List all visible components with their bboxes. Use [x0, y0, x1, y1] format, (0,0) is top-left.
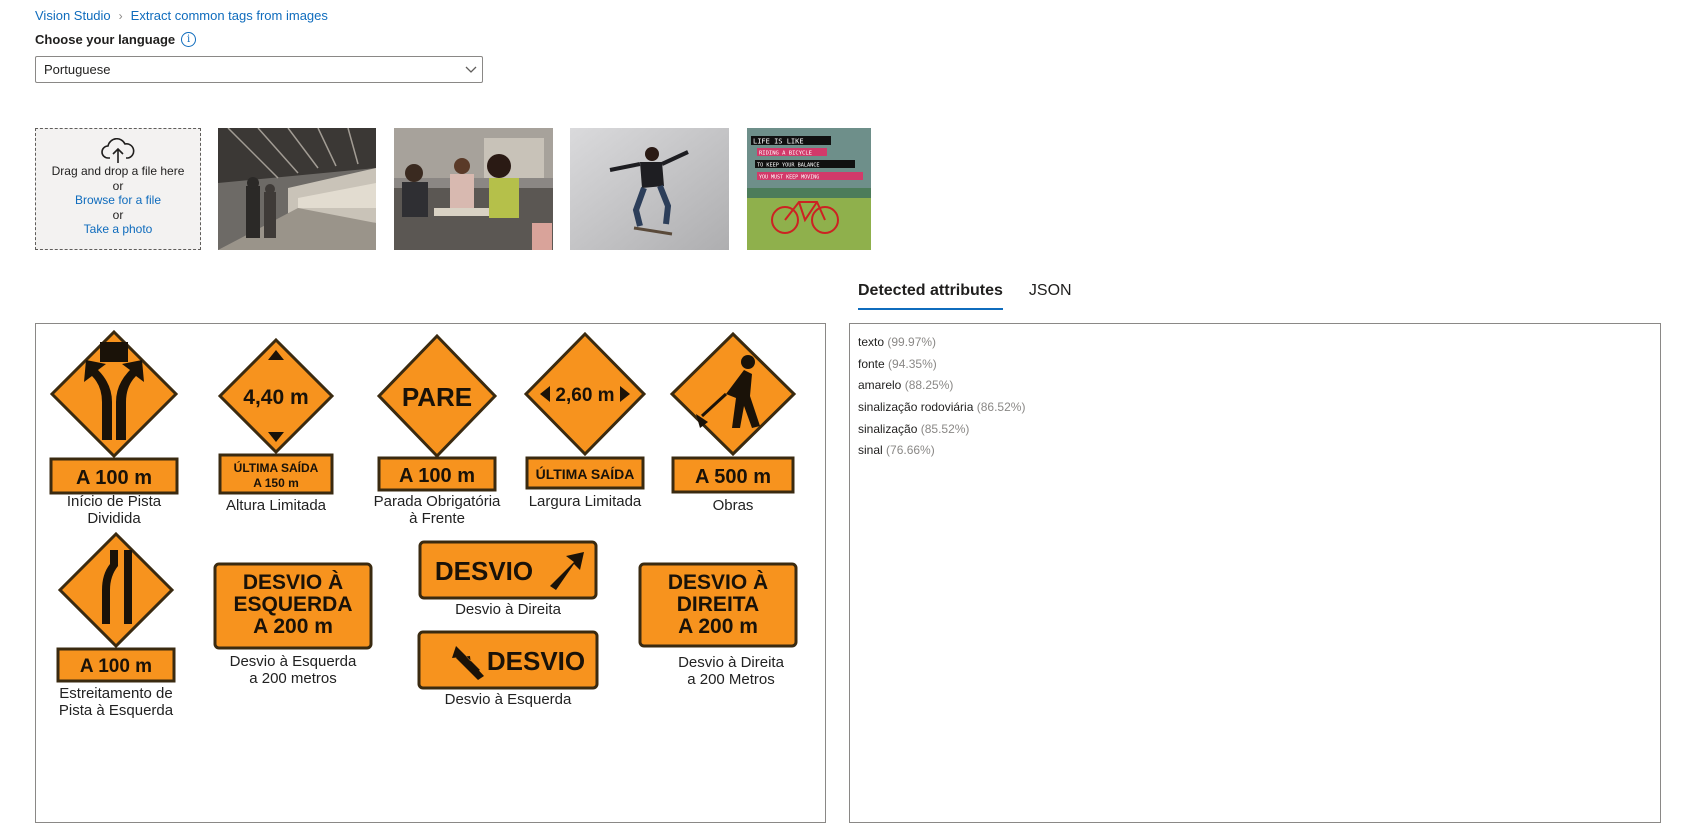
- or-text: or: [112, 178, 124, 193]
- tab-json[interactable]: JSON: [1029, 282, 1072, 310]
- sign-plate-text: ÚLTIMA SAÍDA: [536, 465, 635, 482]
- sign-main-text: DESVIO À: [668, 571, 768, 594]
- quote-line-3: TO KEEP YOUR BALANCE: [757, 163, 819, 169]
- sign-caption: Desvio à Esquerda: [445, 691, 572, 708]
- sign-caption: à Frente: [409, 510, 465, 527]
- attribute-row: amarelo (88.25%): [858, 375, 1652, 397]
- attribute-row: sinal (76.66%): [858, 440, 1652, 462]
- analyzed-image-panel: .d { fill:#f7931e; stroke:#3a2a10; strok…: [35, 323, 826, 823]
- breadcrumb-current-page[interactable]: Extract common tags from images: [131, 8, 328, 23]
- sample-image-train-station[interactable]: [218, 128, 376, 250]
- sample-image-bicycle-quote[interactable]: LIFE IS LIKE RIDING A BICYCLE TO KEEP YO…: [747, 128, 871, 250]
- quote-line-2: RIDING A BICYCLE: [759, 151, 812, 157]
- take-photo-link[interactable]: Take a photo: [36, 222, 200, 237]
- sample-image-meeting[interactable]: [394, 128, 553, 250]
- attribute-name: sinalização: [858, 421, 918, 436]
- attribute-row: texto (99.97%): [858, 332, 1652, 354]
- sign-height-limit: 4,40 m ÚLTIMA SAÍDA A 150 m Altura Limit…: [217, 337, 335, 514]
- sign-plate-text: A 100 m: [80, 656, 152, 677]
- sign-caption: Obras: [713, 497, 754, 514]
- sign-width-limit: 2,60 m ÚLTIMA SAÍDA Largura Limitada: [523, 331, 647, 510]
- quote-line-1: LIFE IS LIKE: [753, 138, 804, 146]
- attribute-row: fonte (94.35%): [858, 354, 1652, 376]
- sign-caption: Desvio à Esquerda: [230, 653, 357, 670]
- breadcrumb-vision-studio[interactable]: Vision Studio: [35, 8, 111, 23]
- sign-caption: Desvio à Direita: [455, 601, 562, 618]
- sign-caption: Parada Obrigatória: [374, 493, 501, 510]
- sign-divided-road: A 100 m Início de Pista Dividida: [49, 329, 179, 527]
- result-tabs: Detected attributes JSON: [858, 282, 1072, 310]
- attribute-name: sinal: [858, 443, 883, 458]
- sign-caption: Desvio à Direita: [678, 654, 785, 671]
- sign-caption: Dividida: [87, 510, 141, 527]
- sign-plate-text: A 100 m: [399, 465, 475, 487]
- sign-lane-narrowing: A 100 m Estreitamento de Pista à Esquerd…: [56, 531, 176, 719]
- drag-drop-text: Drag and drop a file here: [51, 164, 185, 178]
- cloud-upload-icon: [36, 138, 200, 164]
- language-label-row: Choose your language i: [35, 32, 197, 47]
- sign-plate-text: A 100 m: [76, 467, 152, 489]
- sign-stop-ahead: PARE A 100 m Parada Obrigatória à Frente: [374, 333, 501, 527]
- attribute-name: fonte: [858, 356, 885, 371]
- sign-detour-left: DESVIO Desvio à Esquerda: [417, 630, 599, 708]
- attribute-row: sinalização (85.52%): [858, 419, 1652, 441]
- language-select[interactable]: Portuguese: [35, 56, 483, 83]
- sign-caption: Início de Pista: [67, 493, 162, 510]
- attribute-confidence: (85.52%): [920, 421, 970, 436]
- sign-caption: Altura Limitada: [226, 497, 327, 514]
- sign-detour-right-200: DESVIO À DIREITA A 200 m Desvio à Direit…: [638, 562, 798, 688]
- attribute-confidence: (86.52%): [976, 400, 1026, 415]
- attribute-confidence: (76.66%): [886, 443, 935, 458]
- sign-main-text: DIREITA: [677, 593, 759, 616]
- sign-main-text: 2,60 m: [555, 385, 614, 406]
- sign-main-text: ESQUERDA: [233, 593, 352, 616]
- tab-detected-attributes[interactable]: Detected attributes: [858, 282, 1003, 310]
- sign-main-text: 4,40 m: [243, 386, 308, 409]
- sign-caption: a 200 metros: [249, 670, 337, 687]
- quote-line-4: YOU MUST KEEP MOVING: [759, 175, 819, 181]
- sign-main-text: DESVIO: [435, 556, 533, 586]
- upload-dropzone[interactable]: Drag and drop a file here or Browse for …: [35, 128, 201, 250]
- attribute-name: sinalização rodoviária: [858, 400, 974, 415]
- traffic-signs-image: .d { fill:#f7931e; stroke:#3a2a10; strok…: [49, 329, 798, 719]
- sign-main-text: DESVIO À: [243, 571, 343, 594]
- sign-plate-text: A 500 m: [695, 466, 771, 488]
- detected-attributes-panel: texto (99.97%) fonte (94.35%) amarelo (8…: [849, 323, 1661, 823]
- attribute-row: sinalização rodoviária (86.52%): [858, 397, 1652, 419]
- sign-caption: a 200 Metros: [687, 671, 775, 688]
- sign-caption: Pista à Esquerda: [59, 702, 174, 719]
- sample-image-skateboarder[interactable]: [570, 128, 729, 250]
- sign-main-text: DESVIO: [487, 646, 585, 676]
- sign-road-works: A 500 m Obras: [669, 331, 797, 514]
- sign-main-text: A 200 m: [253, 615, 333, 638]
- sign-main-text: PARE: [402, 382, 472, 412]
- sign-plate-text: A 150 m: [253, 476, 299, 490]
- sign-detour-right: DESVIO Desvio à Direita: [418, 540, 598, 618]
- or-text: or: [112, 207, 124, 222]
- chevron-down-icon: [460, 62, 482, 77]
- sign-caption: Estreitamento de: [59, 685, 172, 702]
- browse-file-link[interactable]: Browse for a file: [36, 193, 200, 208]
- sign-caption: Largura Limitada: [529, 493, 642, 510]
- language-label: Choose your language: [35, 32, 176, 47]
- attribute-confidence: (88.25%): [904, 378, 954, 393]
- attribute-confidence: (99.97%): [887, 335, 937, 349]
- sign-plate-text: ÚLTIMA SAÍDA: [234, 460, 319, 475]
- breadcrumb: Vision Studio › Extract common tags from…: [35, 8, 328, 23]
- attribute-confidence: (94.35%): [888, 356, 937, 371]
- sign-detour-left-200: DESVIO À ESQUERDA A 200 m Desvio à Esque…: [213, 562, 373, 687]
- chevron-right-icon: ›: [118, 8, 123, 23]
- language-selected-value: Portuguese: [44, 62, 111, 77]
- sign-main-text: A 200 m: [678, 615, 758, 638]
- attribute-name: texto: [858, 335, 885, 349]
- attribute-name: amarelo: [858, 378, 902, 393]
- info-icon[interactable]: i: [181, 32, 197, 47]
